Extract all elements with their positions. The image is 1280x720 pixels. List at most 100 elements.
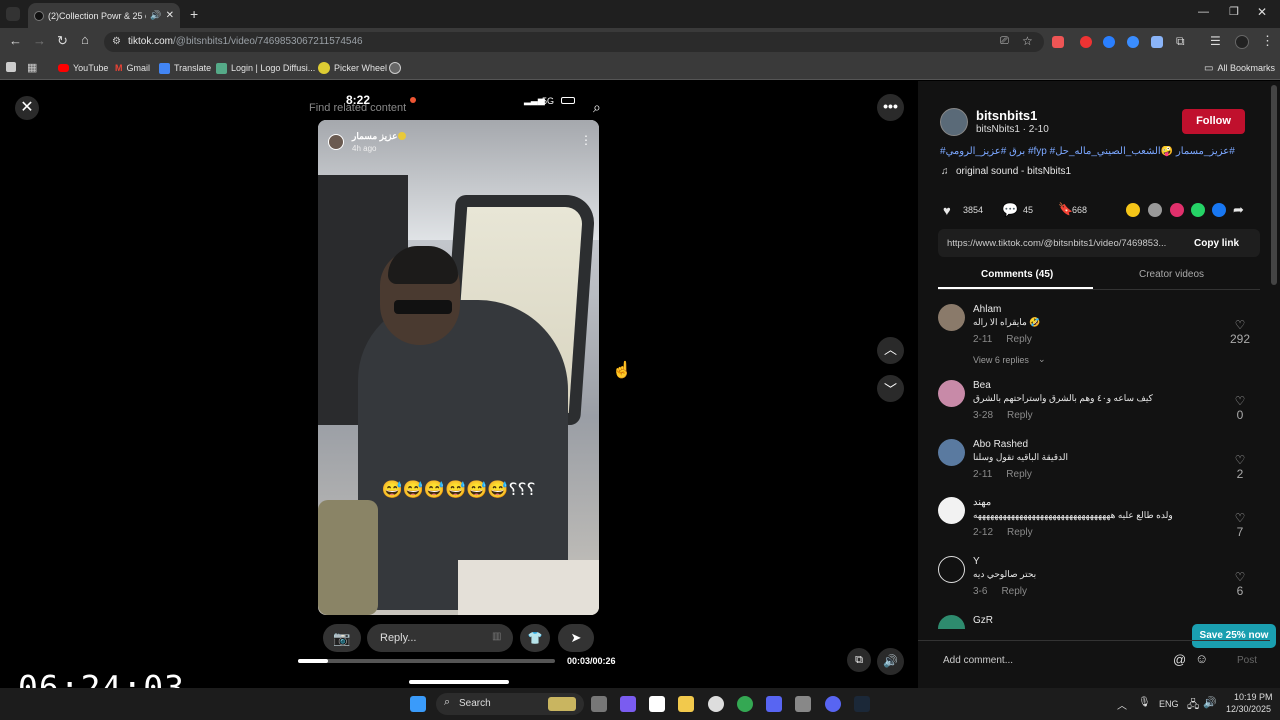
comment-icon[interactable]: 💬 bbox=[1002, 202, 1018, 218]
discord-icon[interactable] bbox=[825, 696, 841, 712]
reply-button[interactable]: Reply bbox=[1007, 410, 1033, 421]
apps-icon[interactable] bbox=[6, 62, 16, 72]
bookmark-globe[interactable] bbox=[389, 60, 401, 76]
camera-icon[interactable]: 📷 bbox=[323, 624, 361, 652]
close-video-icon[interactable]: ✕ bbox=[15, 96, 39, 120]
steam-icon[interactable] bbox=[854, 696, 870, 712]
bookmark-youtube[interactable]: YouTube bbox=[58, 60, 108, 76]
commenter-avatar[interactable] bbox=[938, 304, 965, 331]
post-button[interactable]: Post bbox=[1237, 655, 1257, 666]
profile-avatar[interactable] bbox=[1235, 35, 1249, 49]
commenter-name[interactable]: مهند bbox=[973, 497, 991, 508]
active-tab[interactable]: (2)Collection Powr & 25 cre 🔊 ✕ bbox=[28, 3, 180, 28]
add-comment-input[interactable]: Add comment... bbox=[943, 655, 1013, 666]
extension-icon[interactable] bbox=[1151, 36, 1163, 48]
bookmark-gmail[interactable]: M Gmail bbox=[115, 60, 150, 76]
like-icon[interactable]: ♥ bbox=[943, 203, 951, 218]
chevron-down-icon[interactable]: ⌄ bbox=[1038, 354, 1046, 365]
reload-icon[interactable]: ↻ bbox=[57, 33, 68, 49]
address-bar[interactable]: ⚙ tiktok.com/@bitsnbits1/video/746985306… bbox=[104, 32, 1044, 52]
tab-creator-videos[interactable]: Creator videos bbox=[1139, 269, 1204, 280]
commenter-avatar[interactable] bbox=[938, 380, 965, 407]
reply-button[interactable]: Reply bbox=[1001, 586, 1027, 597]
video-frame[interactable]: عزيز مسمار 4h ago ⋮ 😅😅😅😅😅😅؟؟؟ bbox=[318, 120, 599, 615]
restore-icon[interactable]: ❐ bbox=[1229, 5, 1239, 18]
network-icon[interactable]: 🖧 bbox=[1187, 696, 1199, 715]
menu-icon[interactable]: ⋮ bbox=[1261, 33, 1274, 49]
clock-time[interactable]: 10:19 PM bbox=[1234, 692, 1273, 702]
reply-input[interactable]: Reply... ▥ bbox=[367, 624, 513, 652]
commenter-name[interactable]: Ahlam bbox=[973, 304, 1001, 315]
embed-icon[interactable] bbox=[1126, 203, 1140, 217]
minimize-icon[interactable]: — bbox=[1198, 6, 1209, 18]
send-icon[interactable]: ➤ bbox=[558, 624, 594, 652]
comment-like-icon[interactable]: ♡ bbox=[1230, 511, 1250, 525]
commenter-name[interactable]: GzR bbox=[973, 615, 993, 626]
tab-comments[interactable]: Comments (45) bbox=[981, 269, 1053, 280]
commenter-avatar[interactable] bbox=[938, 556, 965, 583]
friends-icon[interactable] bbox=[1148, 203, 1162, 217]
volume-icon[interactable]: 🔊 bbox=[1203, 696, 1217, 709]
commenter-name[interactable]: Abo Rashed bbox=[973, 439, 1028, 450]
commenter-avatar[interactable] bbox=[938, 615, 965, 629]
bookmark-picker-wheel[interactable]: Picker Wheel bbox=[318, 60, 387, 76]
tab-close-icon[interactable]: ✕ bbox=[166, 10, 174, 21]
facebook-icon[interactable] bbox=[1212, 203, 1226, 217]
task-view-icon[interactable] bbox=[591, 696, 607, 712]
forward-icon[interactable]: → bbox=[33, 33, 46, 48]
audio-icon[interactable]: 🔊 bbox=[150, 10, 161, 21]
new-tab-icon[interactable]: + bbox=[190, 6, 198, 22]
reply-button[interactable]: Reply bbox=[1006, 469, 1032, 480]
commenter-avatar[interactable] bbox=[938, 497, 965, 524]
previous-video-icon[interactable]: ︿ bbox=[877, 337, 904, 364]
extension-icon[interactable] bbox=[1103, 36, 1115, 48]
taskbar-search[interactable]: ⌕ Search bbox=[436, 693, 584, 715]
reply-button[interactable]: Reply bbox=[1007, 527, 1033, 538]
author-avatar[interactable] bbox=[940, 108, 968, 136]
volume-icon[interactable]: 🔊 bbox=[877, 648, 904, 675]
home-icon[interactable]: ⌂ bbox=[81, 32, 89, 47]
comment-like-icon[interactable]: ♡ bbox=[1230, 570, 1250, 584]
next-video-icon[interactable]: ﹀ bbox=[877, 375, 904, 402]
chrome-icon[interactable] bbox=[737, 696, 753, 712]
video-search-bar[interactable]: Find related content 8:22 ▂▃▅ 5G ⌕ bbox=[300, 92, 620, 122]
sound-name[interactable]: original sound - bitsNbits1 bbox=[956, 166, 1071, 177]
author-username[interactable]: bitsnbits1 bbox=[976, 108, 1037, 123]
start-icon[interactable] bbox=[410, 696, 426, 712]
bookmark-logo-diffusion[interactable]: Login | Logo Diffusi... bbox=[216, 60, 315, 76]
extensions-puzzle-icon[interactable]: ⧉ bbox=[1176, 34, 1185, 49]
copilot-icon[interactable] bbox=[620, 696, 636, 712]
file-explorer-icon[interactable] bbox=[678, 696, 694, 712]
view-replies-button[interactable]: View 6 replies bbox=[973, 355, 1029, 365]
clock-date[interactable]: 12/30/2025 bbox=[1226, 704, 1271, 714]
language-indicator[interactable]: ENG bbox=[1159, 699, 1179, 709]
comment-like-icon[interactable]: ♡ bbox=[1230, 318, 1250, 332]
panel-scrollbar[interactable] bbox=[1271, 85, 1277, 285]
app-icon[interactable] bbox=[766, 696, 782, 712]
all-bookmarks[interactable]: ▭ All Bookmarks bbox=[1204, 60, 1275, 76]
microphone-icon[interactable]: 🎙 bbox=[1138, 697, 1151, 708]
store-icon[interactable] bbox=[649, 696, 665, 712]
gift-icon[interactable]: 👕 bbox=[520, 624, 550, 652]
story-menu-icon[interactable]: ⋮ bbox=[580, 133, 592, 147]
sticker-icon[interactable]: ▥ bbox=[492, 631, 501, 642]
bookmark-translate[interactable]: Translate bbox=[159, 60, 211, 76]
extension-icon[interactable] bbox=[1127, 36, 1139, 48]
tray-chevron-icon[interactable]: ︿ bbox=[1117, 697, 1127, 712]
hashtags[interactable]: #برق #عزيز_الرومي #fyp #عزيز_مسمار 🤪الشع… bbox=[940, 146, 1240, 157]
video-progress-bar[interactable] bbox=[298, 659, 555, 663]
follow-button[interactable]: Follow bbox=[1182, 109, 1245, 134]
mention-icon[interactable]: @ bbox=[1173, 652, 1186, 667]
share-arrow-icon[interactable]: ➦ bbox=[1233, 202, 1244, 218]
bookmark-star-icon[interactable]: ☆ bbox=[1022, 34, 1033, 48]
pip-icon[interactable]: ⧉ bbox=[847, 648, 871, 672]
extension-icon[interactable] bbox=[1080, 36, 1092, 48]
whatsapp-icon[interactable] bbox=[1191, 203, 1205, 217]
commenter-avatar[interactable] bbox=[938, 439, 965, 466]
save-promo-button[interactable]: Save 25% now bbox=[1192, 624, 1276, 648]
install-icon[interactable]: ⎚ bbox=[1000, 35, 1009, 48]
more-options-icon[interactable]: ••• bbox=[877, 94, 904, 121]
extension-icon[interactable] bbox=[1052, 36, 1064, 48]
reading-list-icon[interactable]: ☰ bbox=[1210, 34, 1221, 48]
commenter-name[interactable]: Bea bbox=[973, 380, 991, 391]
